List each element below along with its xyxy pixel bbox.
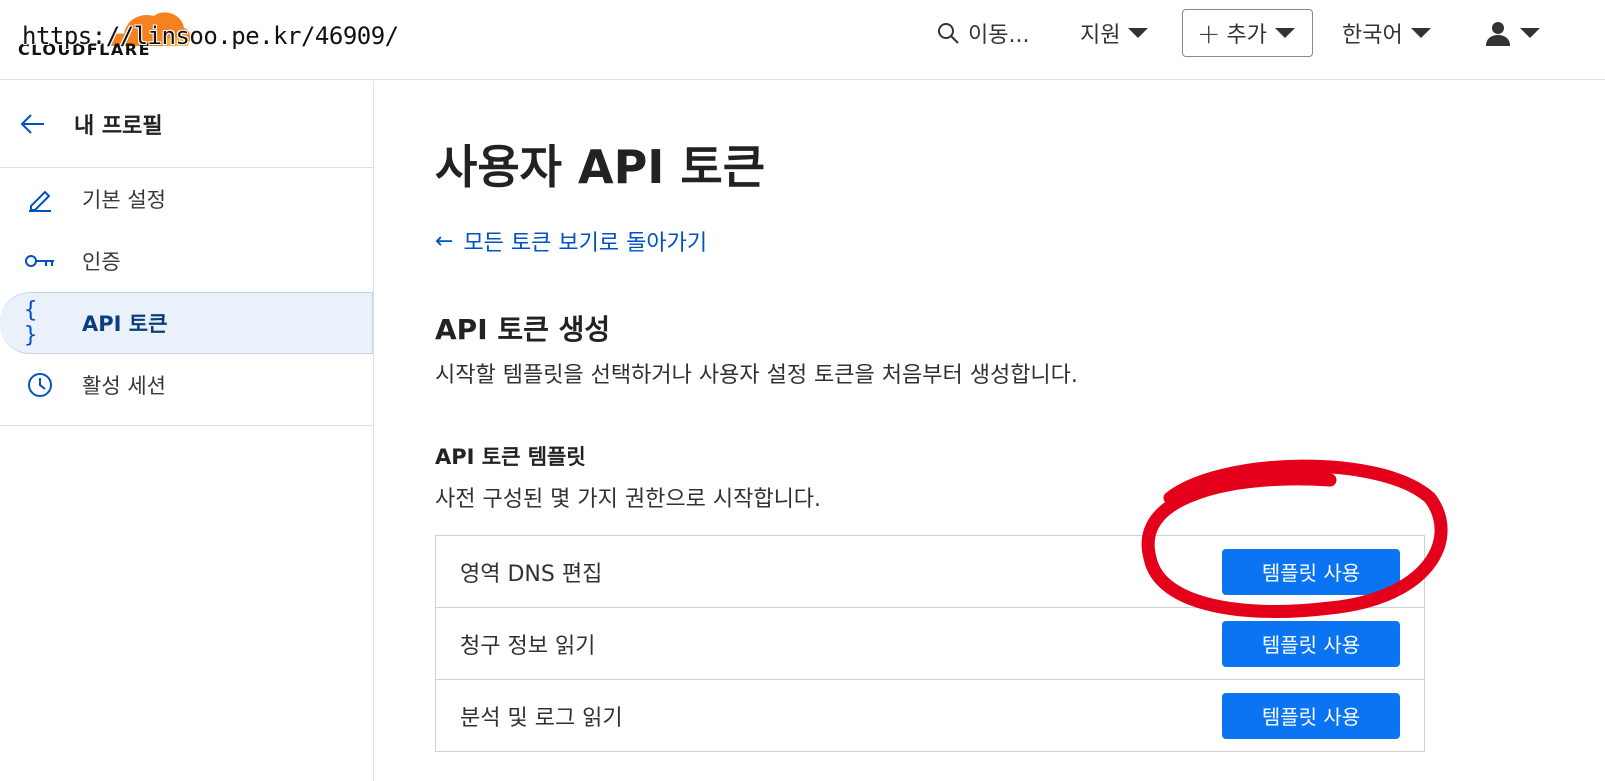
- chevron-down-icon: [1128, 28, 1149, 38]
- search-label: 이동...: [968, 23, 1030, 48]
- user-menu[interactable]: [1484, 8, 1540, 58]
- support-menu[interactable]: 지원: [1080, 8, 1149, 58]
- template-name: 청구 정보 읽기: [460, 633, 596, 659]
- user-icon: [1486, 22, 1510, 46]
- use-template-button[interactable]: 템플릿 사용: [1222, 692, 1400, 739]
- chevron-down-icon: [1520, 28, 1540, 38]
- sidebar-item-label: 인증: [82, 250, 121, 274]
- templates-description: 사전 구성된 몇 가지 권한으로 시작합니다.: [435, 487, 822, 512]
- sidebar-item-label: 활성 세션: [82, 374, 166, 398]
- back-link-label: 모든 토큰 보기로 돌아가기: [463, 231, 708, 256]
- template-name: 영역 DNS 편집: [460, 561, 603, 587]
- create-token-description: 시작할 템플릿을 선택하거나 사용자 설정 토큰을 처음부터 생성합니다.: [435, 363, 1078, 388]
- plus-icon: +: [1197, 16, 1221, 50]
- language-label: 한국어: [1342, 23, 1403, 48]
- back-to-tokens-link[interactable]: ← 모든 토큰 보기로 돌아가기: [435, 225, 707, 257]
- use-template-button[interactable]: 템플릿 사용: [1222, 620, 1400, 667]
- top-header: CLOUDFLARE https://linsoo.pe.kr/46909/ 이…: [0, 0, 1605, 80]
- sidebar-nav: 기본 설정 인증 { } API 토큰 활성 세션: [0, 168, 373, 426]
- page-title: 사용자 API 토큰: [435, 140, 766, 194]
- profile-sidebar: 내 프로필 기본 설정 인증 { } API 토큰 활성 세션: [0, 81, 374, 781]
- table-row: 영역 DNS 편집 템플릿 사용: [436, 536, 1424, 608]
- table-row: 청구 정보 읽기 템플릿 사용: [436, 608, 1424, 680]
- pencil-icon: [24, 183, 56, 215]
- templates-table: 영역 DNS 편집 템플릿 사용 청구 정보 읽기 템플릿 사용 분석 및 로그…: [435, 535, 1425, 752]
- templates-title: API 토큰 템플릿: [435, 445, 586, 469]
- create-token-title: API 토큰 생성: [435, 313, 611, 346]
- sidebar-item-label: 기본 설정: [82, 188, 166, 212]
- use-template-button[interactable]: 템플릿 사용: [1222, 548, 1400, 595]
- braces-icon: { }: [24, 298, 38, 348]
- language-menu[interactable]: 한국어: [1342, 8, 1431, 58]
- key-icon: [24, 245, 56, 277]
- chevron-down-icon: [1410, 28, 1431, 38]
- chevron-down-icon: [1274, 28, 1295, 38]
- watermark-url: https://linsoo.pe.kr/46909/: [22, 22, 399, 50]
- clock-icon: [24, 369, 56, 401]
- add-button[interactable]: + 추가: [1182, 9, 1313, 57]
- template-name: 분석 및 로그 읽기: [460, 705, 623, 731]
- arrow-left-icon: ←: [435, 228, 454, 254]
- support-label: 지원: [1080, 23, 1121, 48]
- sidebar-item-api-tokens[interactable]: { } API 토큰: [0, 292, 373, 354]
- search-icon: [938, 23, 959, 44]
- sidebar-item-active-sessions[interactable]: 활성 세션: [0, 354, 373, 416]
- sidebar-title: 내 프로필: [74, 114, 163, 139]
- sidebar-item-authentication[interactable]: 인증: [0, 230, 373, 292]
- sidebar-header: 내 프로필: [0, 81, 373, 168]
- add-label: 추가: [1226, 23, 1267, 48]
- search-button[interactable]: 이동...: [936, 8, 1029, 58]
- table-row: 분석 및 로그 읽기 템플릿 사용: [436, 680, 1424, 752]
- sidebar-item-label: API 토큰: [82, 312, 168, 336]
- sidebar-item-preferences[interactable]: 기본 설정: [0, 168, 373, 230]
- arrow-left-icon[interactable]: [20, 113, 46, 135]
